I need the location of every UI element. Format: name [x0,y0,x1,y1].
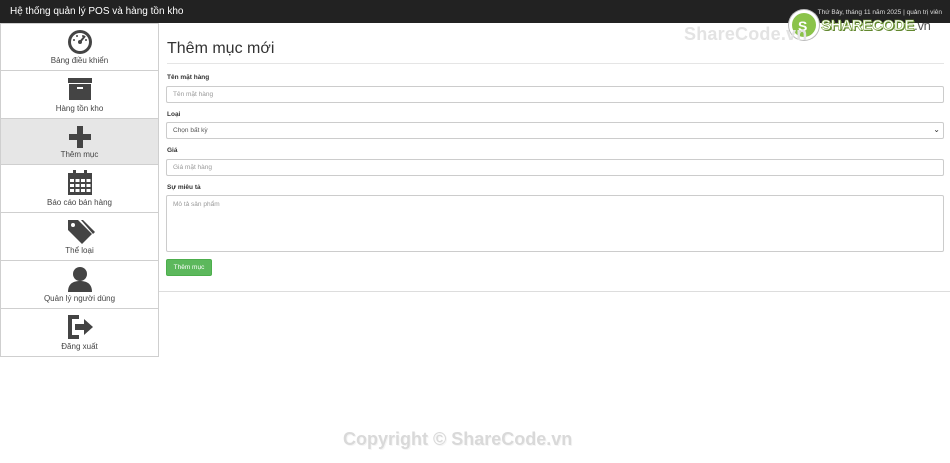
plus-icon [69,126,91,148]
watermark-bottom: Copyright © ShareCode.vn [343,429,573,449]
sidebar-item-categories[interactable]: Thể loại [0,213,159,261]
category-select[interactable]: Chọn bất kỳ ⌄ [166,122,944,139]
sidebar-item-logout[interactable]: Đăng xuất [0,309,159,357]
title-divider [167,63,944,64]
sidebar-item-sales-report[interactable]: Báo cáo bán hàng [0,165,159,213]
add-item-button[interactable]: Thêm mục [166,259,212,276]
chevron-down-icon: ⌄ [933,125,940,134]
sidebar-item-dashboard[interactable]: Bảng điều khiển [0,23,159,71]
sidebar-item-user-management[interactable]: Quản lý người dùng [0,261,159,309]
sidebar-item-label: Đăng xuất [61,342,98,351]
add-item-panel: Thêm mục mới Tên mặt hàng Loại Chọn bất … [159,23,950,292]
sidebar-item-label: Thể loại [65,246,94,255]
sidebar-item-label: Thêm mục [60,150,99,159]
dashboard-icon [68,30,92,54]
sidebar-item-inventory[interactable]: Hàng tồn kho [0,71,159,119]
sidebar-item-label: Báo cáo bán hàng [47,198,112,207]
description-textarea[interactable] [166,195,944,252]
sidebar-item-label: Bảng điều khiển [50,56,109,65]
tags-icon [68,220,95,244]
description-label: Sự miêu tả [167,184,201,191]
category-selected-value: Chọn bất kỳ [173,127,208,134]
sign-out-icon [68,315,93,339]
user-icon [68,267,92,292]
price-label: Giá [167,147,178,154]
calendar-icon [68,170,92,195]
sidebar: Bảng điều khiển Hàng tồn kho Thêm mục Bá… [0,23,159,357]
sidebar-item-label: Quản lý người dùng [43,294,116,303]
item-name-label: Tên mặt hàng [167,74,210,81]
category-label: Loại [167,111,181,118]
sidebar-item-add-item[interactable]: Thêm mục [0,119,159,165]
item-name-input[interactable] [166,86,944,103]
page-title: Thêm mục mới [167,40,275,57]
price-input[interactable] [166,159,944,176]
archive-icon [68,78,92,100]
app-title[interactable]: Hệ thống quản lý POS và hàng tồn kho [10,6,183,17]
sidebar-item-label: Hàng tồn kho [55,104,104,113]
